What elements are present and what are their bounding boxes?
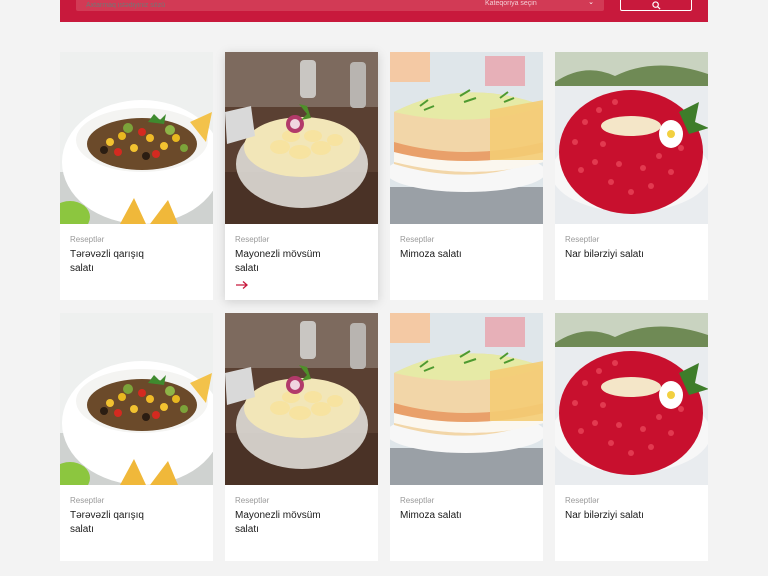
recipe-title[interactable]: Tərəvəzli qarışıq salatı xyxy=(70,509,170,537)
arrow-right-icon[interactable] xyxy=(235,280,249,290)
recipe-image[interactable] xyxy=(225,52,378,224)
recipe-image[interactable] xyxy=(225,313,378,485)
recipe-image[interactable] xyxy=(390,52,543,224)
recipe-title[interactable]: Mimoza salatı xyxy=(400,509,500,523)
recipe-image[interactable] xyxy=(555,313,708,485)
category-select-label: Kateqoriya seçin xyxy=(485,0,537,7)
recipe-card[interactable]: Reseptlər Tərəvəzli qarışıq salatı xyxy=(60,313,213,561)
recipe-category[interactable]: Reseptlər xyxy=(400,234,533,245)
recipe-card[interactable]: Reseptlər Nar bilərziyi salatı xyxy=(555,52,708,300)
recipe-category[interactable]: Reseptlər xyxy=(70,495,203,506)
recipe-image[interactable] xyxy=(555,52,708,224)
recipe-title[interactable]: Tərəvəzli qarışıq salatı xyxy=(70,248,170,276)
search-bar: Kateqoriya seçin ⌄ xyxy=(60,0,708,22)
category-select[interactable]: Kateqoriya seçin ⌄ xyxy=(475,0,604,11)
recipe-category[interactable]: Reseptlər xyxy=(565,234,698,245)
recipe-image[interactable] xyxy=(60,313,213,485)
recipe-card[interactable]: Reseptlər Mayonezli mövsüm salatı xyxy=(225,52,378,300)
recipe-card[interactable]: Reseptlər Mimoza salatı xyxy=(390,313,543,561)
recipe-category[interactable]: Reseptlər xyxy=(235,495,368,506)
recipe-title[interactable]: Mimoza salatı xyxy=(400,248,500,262)
recipe-title[interactable]: Nar bilərziyi salatı xyxy=(565,509,665,523)
recipe-title[interactable]: Nar bilərziyi salatı xyxy=(565,248,665,262)
recipe-card[interactable]: Reseptlər Mimoza salatı xyxy=(390,52,543,300)
recipe-category[interactable]: Reseptlər xyxy=(235,234,368,245)
recipe-image[interactable] xyxy=(390,313,543,485)
recipe-card[interactable]: Reseptlər Nar bilərziyi salatı xyxy=(555,313,708,561)
recipe-title[interactable]: Mayonezli mövsüm salatı xyxy=(235,248,335,276)
recipe-card[interactable]: Reseptlər Mayonezli mövsüm salatı xyxy=(225,313,378,561)
recipe-card[interactable]: Reseptlər Tərəvəzli qarışıq salatı xyxy=(60,52,213,300)
chevron-down-icon: ⌄ xyxy=(588,0,594,6)
recipe-grid: Reseptlər Tərəvəzli qarışıq salatı Resep… xyxy=(60,52,708,561)
recipe-category[interactable]: Reseptlər xyxy=(400,495,533,506)
recipe-image[interactable] xyxy=(60,52,213,224)
recipe-category[interactable]: Reseptlər xyxy=(70,234,203,245)
search-button[interactable] xyxy=(620,0,692,11)
recipe-title[interactable]: Mayonezli mövsüm salatı xyxy=(235,509,335,537)
recipe-category[interactable]: Reseptlər xyxy=(565,495,698,506)
search-input[interactable] xyxy=(76,0,519,11)
search-icon xyxy=(651,0,661,10)
